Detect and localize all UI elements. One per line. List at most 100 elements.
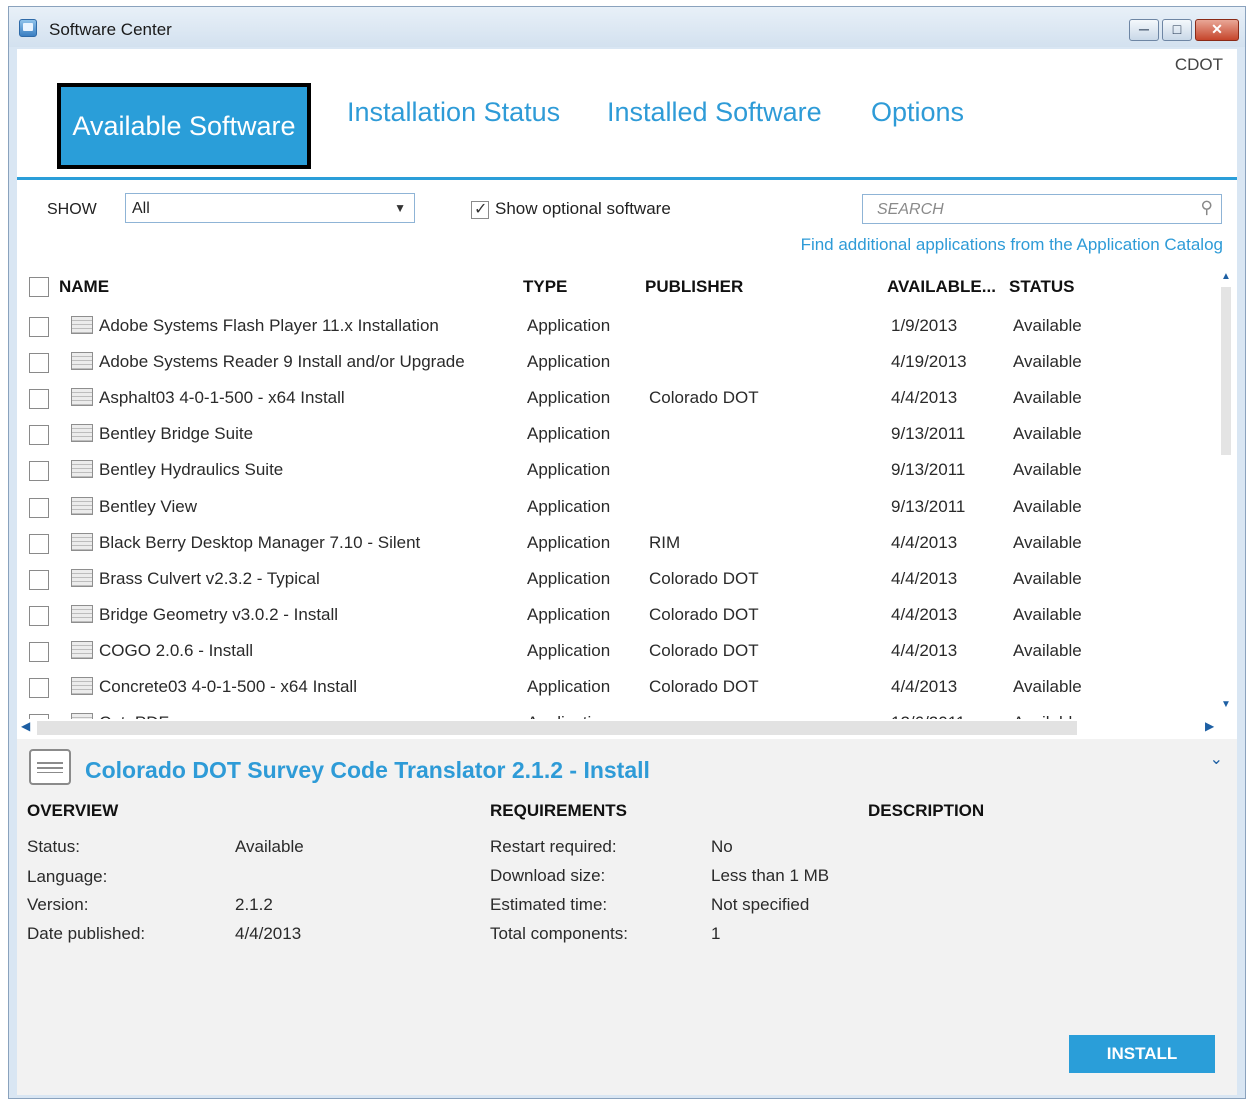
scroll-right-icon[interactable]: ▶: [1205, 719, 1214, 733]
tab-installation-status[interactable]: Installation Status: [347, 97, 560, 128]
requirement-label: Restart required:: [490, 837, 617, 856]
column-header-available[interactable]: AVAILABLE...: [887, 277, 996, 297]
maximize-icon: □: [1172, 21, 1182, 37]
column-header-publisher[interactable]: PUBLISHER: [645, 277, 743, 297]
overview-label: Date published:: [27, 924, 146, 943]
table-row[interactable]: Bentley Bridge Suite Application 9/13/2011…: [17, 419, 1207, 455]
cell-name: Bentley Hydraulics Suite: [99, 460, 284, 480]
requirement-label: Total components:: [490, 924, 628, 943]
table-row[interactable]: Brass Culvert v2.3.2 - Typical Applicatio…: [17, 564, 1207, 600]
application-catalog-link[interactable]: Find additional applications from the Ap…: [801, 235, 1223, 255]
cell-status: Available: [1013, 352, 1082, 372]
chevron-down-icon[interactable]: ⌄: [1210, 749, 1223, 769]
search-box[interactable]: ⚲: [862, 194, 1222, 224]
cell-publisher: Colorado DOT: [649, 677, 759, 696]
application-icon: [71, 496, 93, 515]
account-name: CDOT: [1174, 55, 1223, 74]
tab-available-software[interactable]: Available Software: [57, 83, 311, 169]
cell-available: 9/13/2011: [891, 496, 966, 516]
row-checkbox[interactable]: [29, 497, 49, 518]
row-checkbox[interactable]: [29, 461, 49, 482]
minimize-button[interactable]: ─: [1129, 19, 1159, 41]
cell-status: Available: [1013, 568, 1082, 588]
close-button[interactable]: ✕: [1195, 19, 1239, 41]
maximize-button[interactable]: □: [1162, 19, 1192, 41]
optional-checkbox-box[interactable]: ✓: [471, 200, 489, 219]
cell-available: 4/4/2013: [891, 640, 958, 660]
application-icon: [71, 460, 93, 479]
column-header-name[interactable]: NAME: [59, 277, 109, 297]
search-icon[interactable]: ⚲: [1201, 198, 1213, 218]
row-checkbox[interactable]: [29, 569, 49, 590]
table-row[interactable]: Asphalt03 4-0-1-500 - x64 Install Applica…: [17, 383, 1207, 419]
application-icon: [71, 532, 93, 551]
application-icon: [71, 604, 93, 623]
table-row[interactable]: Bentley Hydraulics Suite Application 9/13/…: [17, 455, 1207, 491]
cell-type: Application: [527, 424, 611, 444]
table-row[interactable]: Bentley View Application 9/13/2011 Availabl…: [17, 492, 1207, 528]
table-row[interactable]: Adobe Systems Reader 9 Install and/or Up…: [17, 347, 1207, 383]
overview-value: Available: [235, 837, 304, 856]
title-bar[interactable]: Software Center ─ □ ✕: [9, 7, 1245, 47]
row-checkbox[interactable]: [29, 353, 49, 374]
window-title: Software Center: [49, 20, 172, 39]
row-checkbox[interactable]: [29, 389, 49, 410]
overview-value: 4/4/2013: [235, 924, 302, 943]
install-button[interactable]: INSTALL: [1069, 1035, 1215, 1073]
software-center-window: Software Center ─ □ ✕ CDOT Available Sof…: [8, 6, 1246, 1099]
show-label: SHOW: [47, 201, 97, 218]
horizontal-scrollbar[interactable]: ◀ ▶: [17, 719, 1217, 737]
cell-name: Brass Culvert v2.3.2 - Typical: [99, 568, 320, 588]
tab-installed-software[interactable]: Installed Software: [607, 97, 822, 128]
show-filter-value: All: [132, 200, 150, 217]
client-area: CDOT Available Software Installation Sta…: [17, 49, 1237, 1095]
column-header-type[interactable]: TYPE: [523, 277, 567, 297]
table-row[interactable]: Concrete03 4-0-1-500 - x64 Install Applic…: [17, 672, 1207, 708]
cell-status: Available: [1013, 496, 1082, 516]
tab-options[interactable]: Options: [871, 97, 964, 128]
table-row[interactable]: Adobe Systems Flash Player 11.x Installa…: [17, 311, 1207, 347]
row-checkbox[interactable]: [29, 605, 49, 626]
row-checkbox[interactable]: [29, 641, 49, 662]
minimize-icon: ─: [1139, 21, 1149, 37]
application-icon: [71, 316, 93, 334]
row-checkbox[interactable]: [29, 678, 49, 698]
cell-name: Bentley Bridge Suite: [99, 424, 254, 444]
select-all-checkbox[interactable]: [29, 277, 49, 297]
cell-available: 4/4/2013: [891, 677, 958, 696]
application-icon: [71, 424, 93, 443]
cell-name: Adobe Systems Reader 9 Install and/or Up…: [99, 352, 465, 372]
row-checkbox[interactable]: [29, 425, 49, 446]
table-row[interactable]: COGO 2.0.6 - Install Application Colorado …: [17, 636, 1207, 672]
horizontal-scroll-thumb[interactable]: [37, 721, 1077, 735]
row-checkbox[interactable]: [29, 533, 49, 554]
cell-name: Adobe Systems Flash Player 11.x Installa…: [99, 316, 439, 335]
overview-label: Language:: [27, 867, 108, 886]
vertical-scrollbar[interactable]: ▲ ▼: [1219, 271, 1233, 710]
cell-type: Application: [527, 388, 611, 408]
details-title: Colorado DOT Survey Code Translator 2.1.…: [85, 757, 650, 783]
cell-status: Available: [1013, 677, 1082, 696]
application-icon: [71, 677, 93, 695]
table-row[interactable]: Bridge Geometry v3.0.2 - Install Applicat…: [17, 600, 1207, 636]
scroll-left-icon[interactable]: ◀: [21, 719, 30, 733]
optional-checkbox-label: Show optional software: [495, 199, 671, 218]
requirement-value: No: [711, 837, 733, 856]
table-row[interactable]: Black Berry Desktop Manager 7.10 - Silen…: [17, 528, 1207, 564]
scroll-down-icon[interactable]: ▼: [1219, 699, 1233, 710]
details-pane: Colorado DOT Survey Code Translator 2.1.…: [17, 739, 1237, 1095]
scroll-up-icon[interactable]: ▲: [1219, 271, 1233, 282]
show-filter-dropdown[interactable]: All ▼: [125, 193, 415, 223]
row-checkbox[interactable]: [29, 317, 49, 337]
cell-publisher: Colorado DOT: [649, 388, 759, 408]
software-center-icon: [19, 19, 37, 37]
cell-available: 4/19/2013: [891, 352, 967, 372]
cell-name: Concrete03 4-0-1-500 - x64 Install: [99, 677, 357, 696]
cell-type: Application: [527, 496, 611, 516]
column-header-status[interactable]: STATUS: [1009, 277, 1074, 297]
vertical-scroll-thumb[interactable]: [1221, 287, 1231, 455]
search-input[interactable]: [875, 200, 1189, 220]
show-optional-checkbox[interactable]: ✓ Show optional software: [471, 199, 671, 219]
requirement-label: Estimated time:: [490, 895, 608, 914]
cell-available: 4/4/2013: [891, 388, 958, 408]
